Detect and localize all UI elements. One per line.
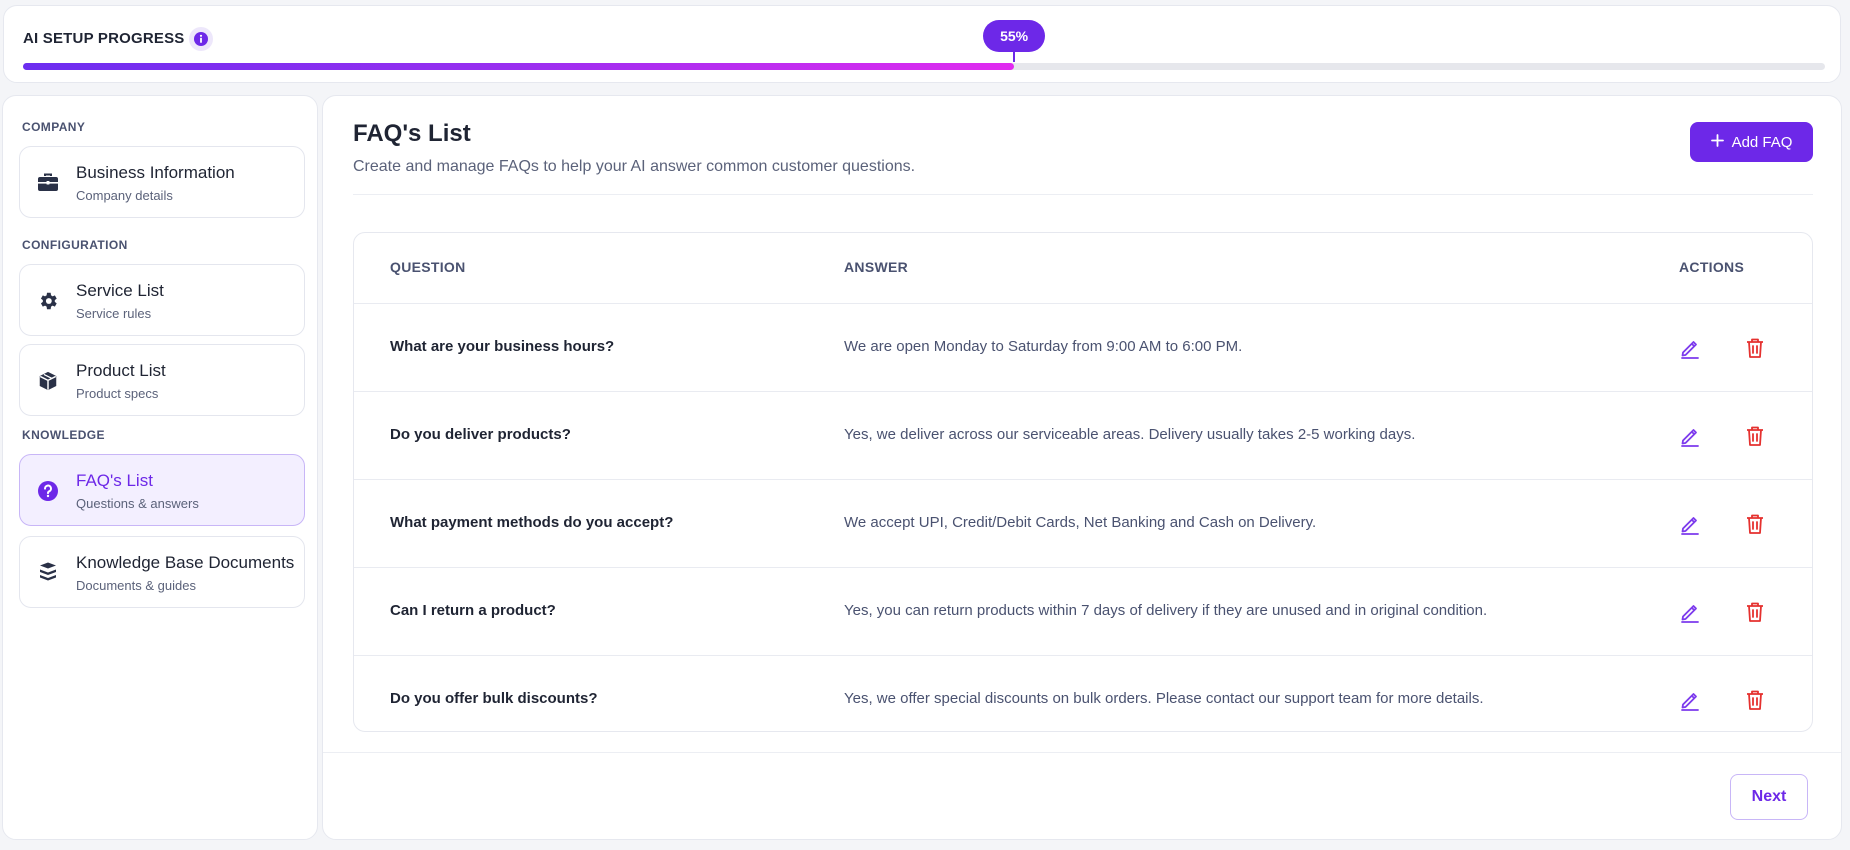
column-header-actions: ACTIONS — [1679, 259, 1745, 275]
faq-question: What payment methods do you accept? — [390, 514, 674, 531]
faq-answer: Yes, we offer special discounts on bulk … — [844, 690, 1484, 707]
main-panel: FAQ's List Create and manage FAQs to hel… — [322, 95, 1842, 840]
page-description: Create and manage FAQs to help your AI a… — [353, 158, 916, 175]
progress-fill — [23, 63, 1015, 70]
trash-icon[interactable] — [1743, 424, 1767, 448]
faq-question: Do you offer bulk discounts? — [390, 690, 598, 707]
column-header-answer: ANSWER — [844, 259, 909, 275]
column-header-question: QUESTION — [390, 259, 466, 275]
briefcase-icon — [36, 171, 60, 195]
sidebar-item-subtitle: Documents & guides — [76, 578, 196, 593]
divider — [323, 752, 1841, 753]
table-row: What are your business hours? We are ope… — [354, 303, 1812, 391]
sidebar-item-title: Product List — [76, 361, 166, 380]
sidebar-item-subtitle: Questions & answers — [76, 496, 199, 511]
faq-question: Can I return a product? — [390, 602, 556, 619]
info-icon[interactable] — [189, 27, 213, 51]
trash-icon[interactable] — [1743, 512, 1767, 536]
table-row: Can I return a product? Yes, you can ret… — [354, 567, 1812, 655]
database-icon — [36, 561, 60, 585]
faq-answer: Yes, you can return products within 7 da… — [844, 602, 1488, 619]
trash-icon[interactable] — [1743, 600, 1767, 624]
table-row: Do you deliver products? Yes, we deliver… — [354, 391, 1812, 479]
faq-table: QUESTION ANSWER ACTIONS What are your bu… — [353, 232, 1813, 732]
sidebar-item-subtitle: Product specs — [76, 386, 159, 401]
sidebar-item-faqs-list[interactable]: FAQ's List Questions & answers — [19, 454, 305, 526]
section-label-knowledge: KNOWLEDGE — [22, 428, 105, 442]
gear-icon — [36, 289, 60, 313]
add-faq-button[interactable]: Add FAQ — [1690, 122, 1813, 162]
next-button[interactable]: Next — [1730, 774, 1808, 820]
trash-icon[interactable] — [1743, 336, 1767, 360]
faq-answer: We accept UPI, Credit/Debit Cards, Net B… — [844, 514, 1317, 531]
sidebar-item-subtitle: Service rules — [76, 306, 152, 321]
sidebar-item-knowledge-base-documents[interactable]: Knowledge Base Documents Documents & gui… — [19, 536, 305, 608]
sidebar-item-title: Service List — [76, 281, 164, 300]
faq-question: What are your business hours? — [390, 338, 615, 355]
faq-question: Do you deliver products? — [390, 426, 571, 443]
edit-icon[interactable] — [1678, 688, 1702, 712]
plus-icon — [1710, 133, 1724, 151]
sidebar-item-subtitle: Company details — [76, 188, 173, 203]
section-label-configuration: CONFIGURATION — [22, 238, 128, 252]
edit-icon[interactable] — [1678, 424, 1702, 448]
sidebar: COMPANY Business Information Company det… — [2, 95, 318, 840]
progress-percentage-badge: 55% — [983, 20, 1046, 62]
table-row: What payment methods do you accept? We a… — [354, 479, 1812, 567]
sidebar-item-title: FAQ's List — [76, 471, 153, 490]
sidebar-item-title: Knowledge Base Documents — [76, 553, 295, 572]
edit-icon[interactable] — [1678, 336, 1702, 360]
add-faq-label: Add FAQ — [1731, 133, 1793, 151]
progress-track — [23, 63, 1825, 70]
faq-answer: Yes, we deliver across our serviceable a… — [844, 426, 1416, 443]
sidebar-item-service-list[interactable]: Service List Service rules — [19, 264, 305, 336]
page-title: FAQ's List — [353, 120, 471, 147]
setup-progress-card: AI SETUP PROGRESS 55% — [3, 5, 1841, 83]
edit-icon[interactable] — [1678, 600, 1702, 624]
sidebar-item-product-list[interactable]: Product List Product specs — [19, 344, 305, 416]
divider — [353, 194, 1813, 195]
section-label-company: COMPANY — [22, 120, 86, 134]
trash-icon[interactable] — [1743, 688, 1767, 712]
sidebar-item-business-information[interactable]: Business Information Company details — [19, 146, 305, 218]
faq-answer: We are open Monday to Saturday from 9:00… — [844, 338, 1243, 355]
box-icon — [36, 369, 60, 393]
edit-icon[interactable] — [1678, 512, 1702, 536]
sidebar-item-title: Business Information — [76, 163, 235, 182]
progress-title: AI SETUP PROGRESS — [23, 30, 185, 47]
question-circle-icon — [36, 479, 60, 503]
table-row: Do you offer bulk discounts? Yes, we off… — [354, 655, 1812, 731]
